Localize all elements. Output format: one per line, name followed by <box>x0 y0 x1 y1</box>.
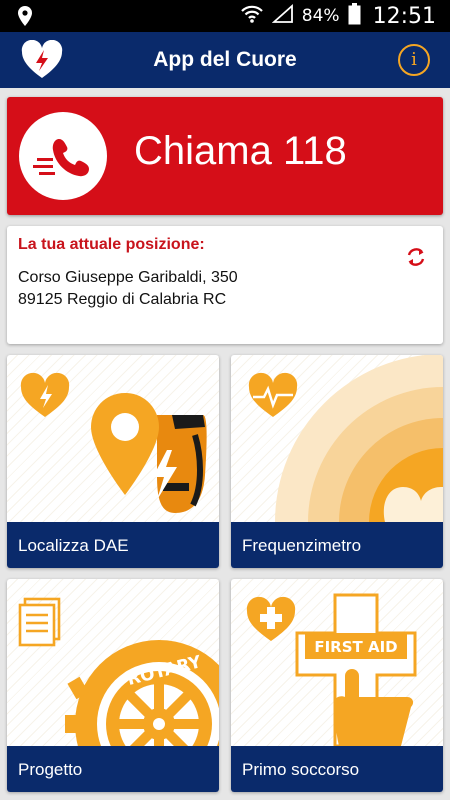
address-line-2: 89125 Reggio di Calabria RC <box>18 291 227 308</box>
heart-plus-icon <box>246 596 296 641</box>
battery-icon <box>348 2 361 30</box>
battery-percent: 84% <box>301 6 340 26</box>
app-title: App del Cuore <box>153 48 297 71</box>
tile-label: Primo soccorso <box>242 760 360 779</box>
tile-label-bar: Localizza DAE <box>7 522 219 568</box>
tile-label-bar: Frequenzimetro <box>231 522 443 568</box>
tile-localizza-dae[interactable]: Localizza DAE <box>7 355 219 568</box>
radial-heart-illustration <box>275 355 443 522</box>
tile-label: Frequenzimetro <box>242 536 362 555</box>
tile-primo-soccorso[interactable]: FIRST AID Primo soccorso <box>231 579 443 792</box>
signal-icon <box>271 3 294 29</box>
wifi-icon <box>240 4 264 29</box>
tile-label-bar: Progetto <box>7 746 219 792</box>
tile-label: Progetto <box>18 760 83 779</box>
tile-progetto[interactable]: ROTARY Progetto <box>7 579 219 792</box>
map-pin-illustration <box>91 393 159 495</box>
phone-icon <box>19 112 107 200</box>
tile-label: Localizza DAE <box>18 536 129 555</box>
info-icon[interactable]: i <box>398 44 430 76</box>
app-bar: App del Cuore i <box>0 32 450 88</box>
location-pin-icon <box>16 5 34 32</box>
documents-icon <box>18 597 61 647</box>
heart-pulse-icon <box>248 372 298 417</box>
heart-bolt-icon <box>20 372 70 417</box>
address-line-1: Corso Giuseppe Garibaldi, 350 <box>18 269 238 286</box>
position-card: La tua attuale posizione: Corso Giuseppe… <box>7 226 443 344</box>
clock: 12:51 <box>372 3 436 29</box>
first-aid-text: FIRST AID <box>314 638 397 656</box>
tile-frequenzimetro[interactable]: Frequenzimetro <box>231 355 443 568</box>
position-heading: La tua attuale posizione: <box>18 236 205 253</box>
call-118-button[interactable]: Chiama 118 <box>7 97 443 215</box>
tile-label-bar: Primo soccorso <box>231 746 443 792</box>
refresh-icon[interactable] <box>405 246 427 273</box>
call-118-label: Chiama 118 <box>134 129 347 173</box>
status-bar: 84% 12:51 <box>0 0 450 32</box>
